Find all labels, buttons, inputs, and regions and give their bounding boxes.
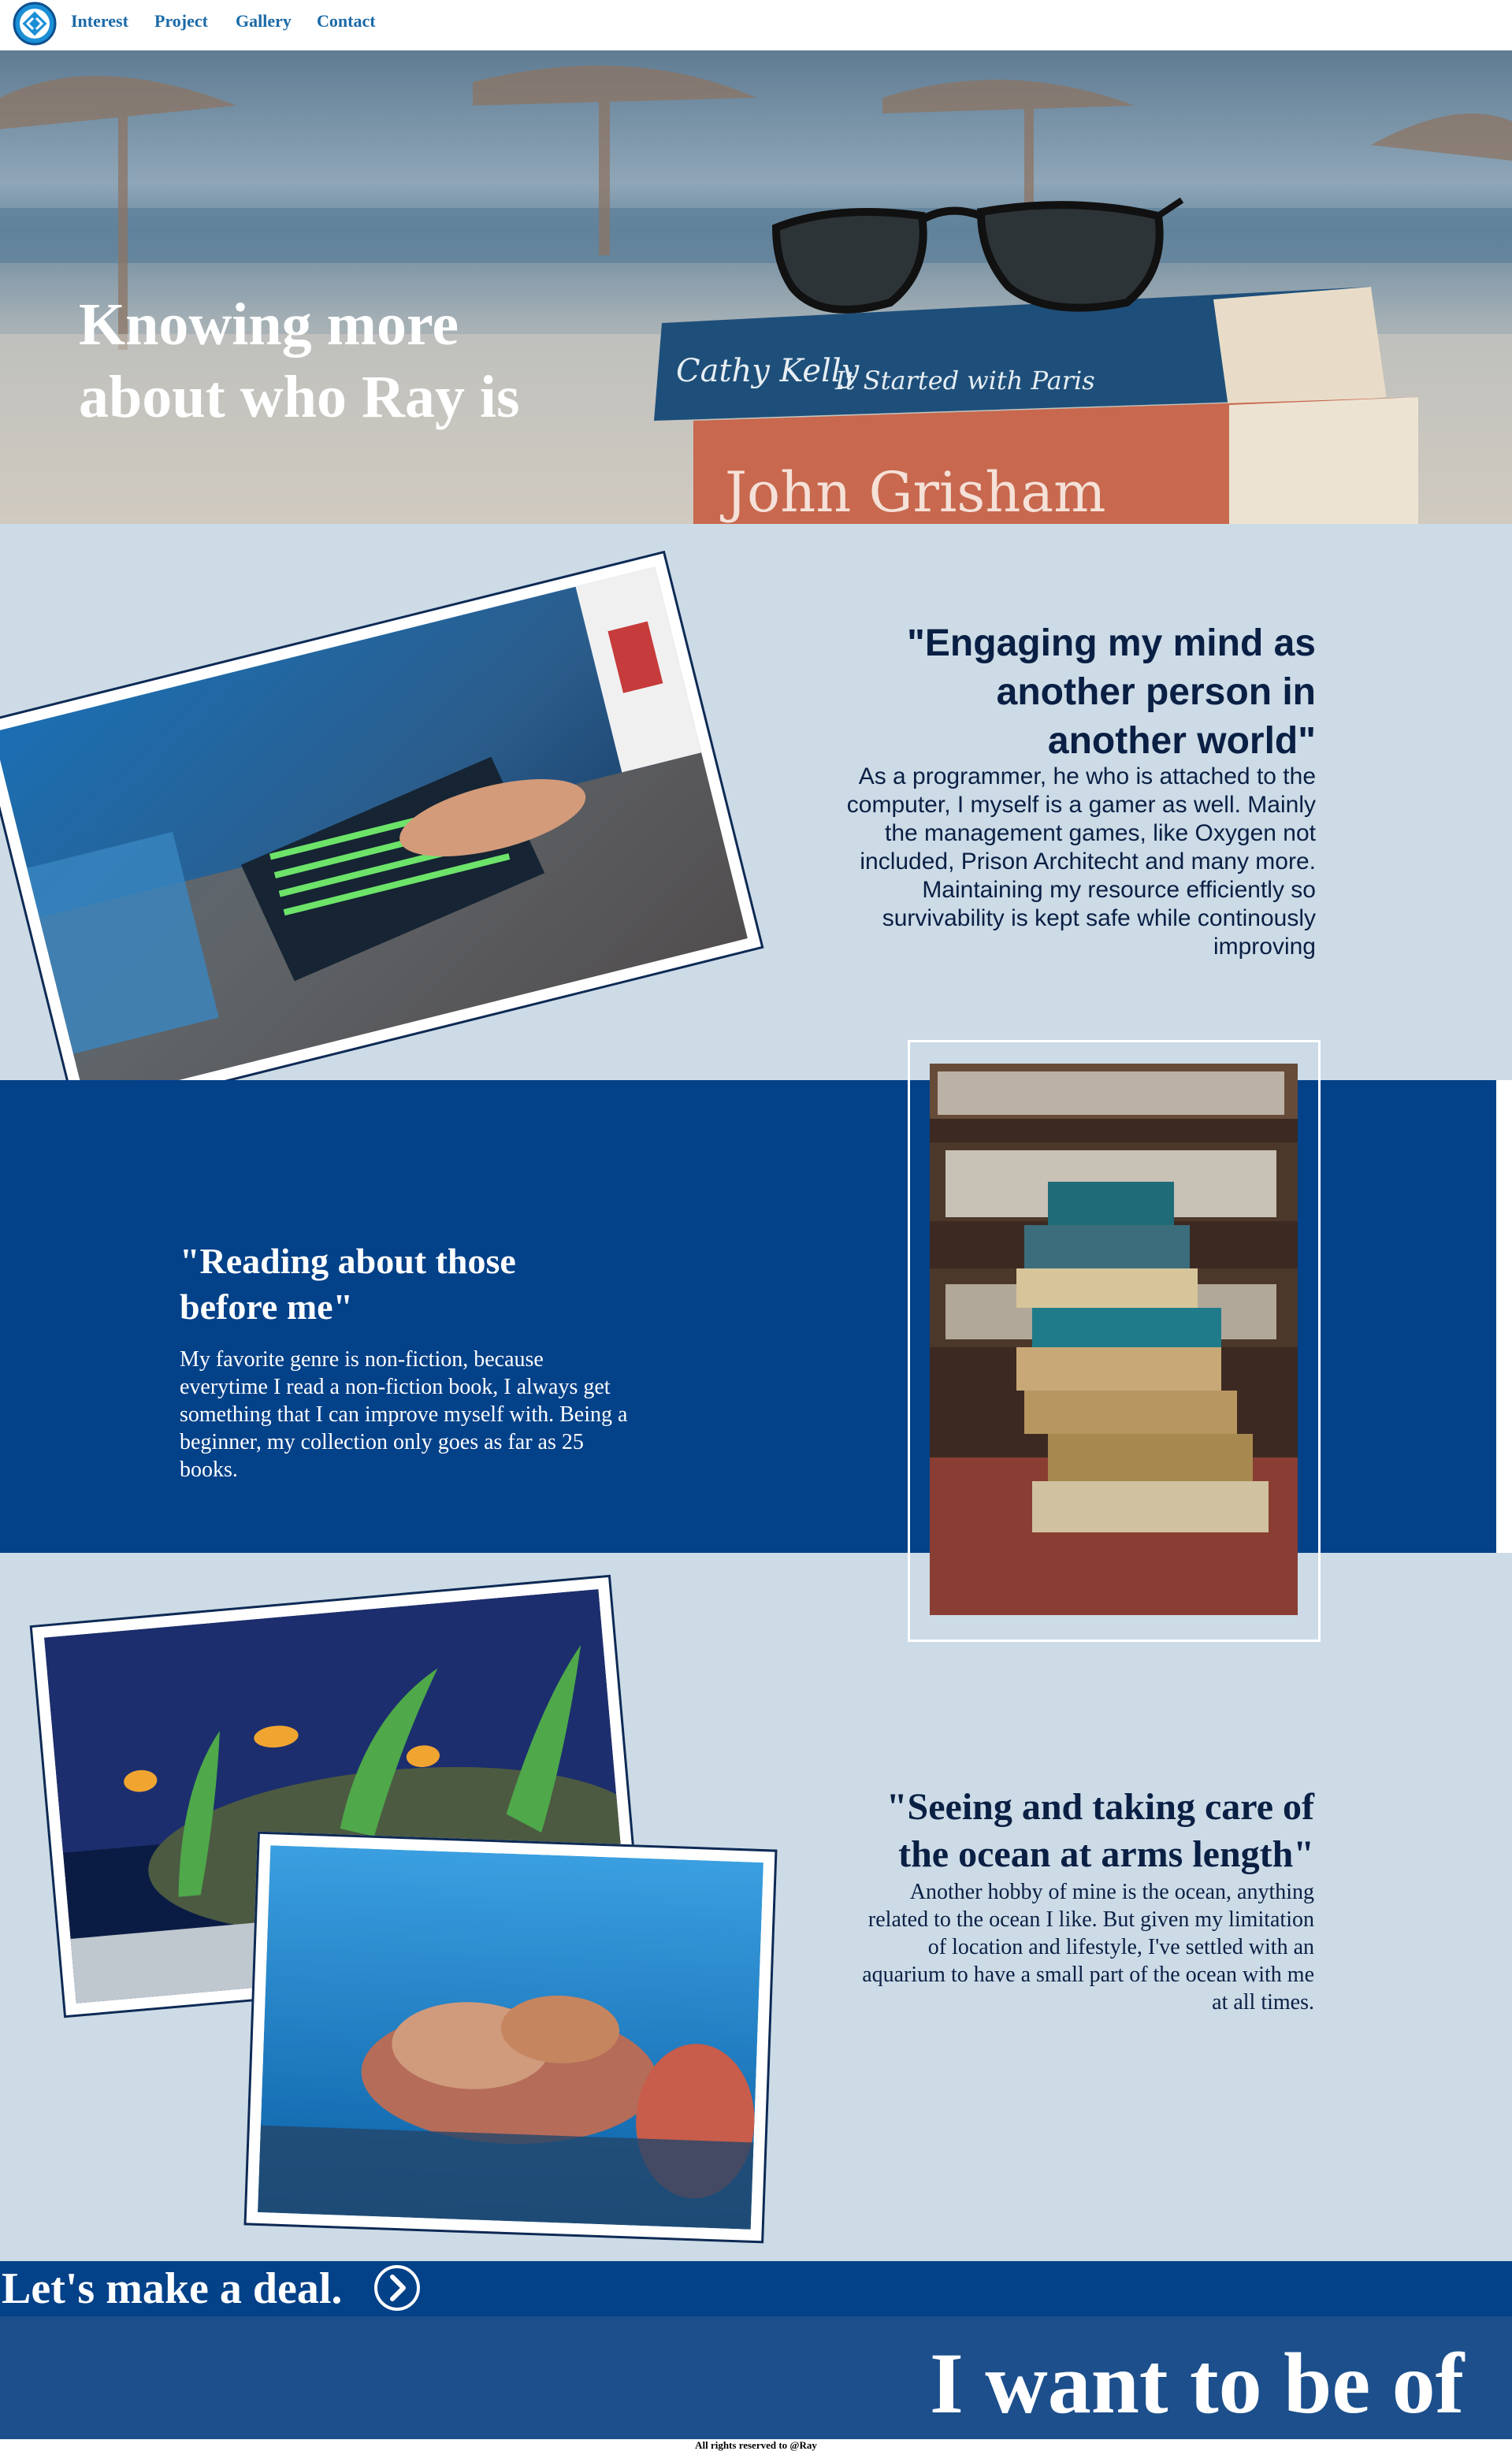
marquee-banner: I want to be of: [0, 2316, 1512, 2441]
ocean-title-line1: "Seeing and taking care of: [886, 1786, 1314, 1828]
gaming-title-line1: "Engaging my mind as: [907, 622, 1316, 664]
gaming-title: "Engaging my mind as another person in a…: [819, 619, 1316, 766]
reading-title: "Reading about those before me": [180, 1238, 621, 1330]
cta-label: Let's make a deal.: [2, 2264, 343, 2313]
ocean-body: Another hobby of mine is the ocean, anyt…: [862, 1880, 1314, 2015]
nav-link-project[interactable]: Project: [154, 10, 208, 32]
top-nav: Interest Project Gallery Contact: [0, 0, 1512, 50]
hero-title: Knowing more about who Ray is: [79, 288, 630, 433]
hero-banner: Cathy Kelly It Started with Paris John G…: [0, 50, 1512, 524]
ocean-title: "Seeing and taking care of the ocean at …: [835, 1784, 1314, 1878]
gaming-title-line3: another world": [1047, 720, 1316, 762]
banner-text: I want to be of: [930, 2335, 1465, 2431]
gaming-body: As a programmer, he who is attached to t…: [846, 763, 1316, 960]
book-author-grisham: John Grisham: [720, 460, 1106, 524]
reading-body: My favorite genre is non-fiction, becaus…: [180, 1347, 628, 1482]
chevron-right-circle-icon[interactable]: [372, 2264, 422, 2312]
hero-title-line1: Knowing more: [79, 292, 459, 358]
ocean-title-line2: the ocean at arms length": [898, 1833, 1314, 1875]
footer: All rights reserved to @Ray: [0, 2439, 1512, 2451]
footer-text: All rights reserved to @Ray: [695, 2439, 817, 2451]
diamond-arrows-logo-icon[interactable]: [11, 0, 58, 47]
hero-title-line2: about who Ray is: [79, 364, 520, 430]
nav-link-interest[interactable]: Interest: [71, 10, 128, 32]
coral-photo-frame: [243, 1831, 778, 2244]
book-title-paris: It Started with Paris: [834, 366, 1095, 396]
sunglasses-on-books-beach-photo: Cathy Kelly It Started with Paris John G…: [0, 65, 1512, 524]
stacked-books-photo: [930, 1064, 1298, 1615]
reading-title-line1: "Reading about those: [180, 1241, 516, 1281]
nav-link-gallery[interactable]: Gallery: [236, 10, 292, 32]
nav-link-contact[interactable]: Contact: [317, 10, 376, 32]
reading-title-line2: before me": [180, 1287, 354, 1327]
gaming-title-line2: another person in: [996, 671, 1316, 713]
book-author-cathy-kelly: Cathy Kelly: [676, 353, 860, 389]
coral-reef-photo: [258, 1845, 763, 2230]
